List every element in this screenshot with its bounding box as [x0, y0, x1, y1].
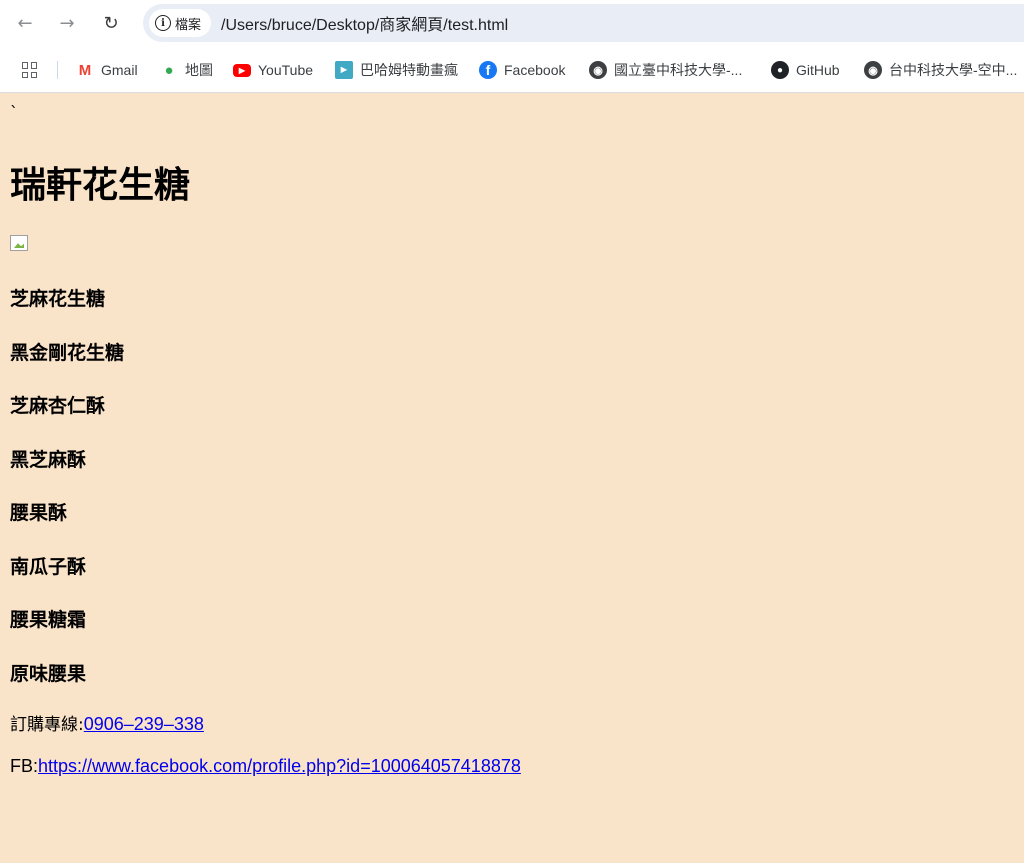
gmail-icon: M — [78, 61, 92, 79]
bookmark-nutc-online[interactable]: ◉ 台中科技大學-空中... — [864, 59, 1017, 81]
product-item: 黑金剛花生糖 — [10, 342, 125, 364]
bookmark-youtube[interactable]: ▶ YouTube — [233, 59, 313, 81]
facebook-icon: f — [479, 61, 497, 79]
github-icon: ● — [771, 61, 789, 79]
bookmark-gmail[interactable]: M Gmail — [76, 59, 138, 81]
maps-pin-icon: ● — [164, 61, 174, 79]
bookmark-facebook[interactable]: f Facebook — [479, 59, 565, 81]
bookmark-label: GitHub — [796, 62, 840, 78]
bookmark-bahamut[interactable]: ► 巴哈姆特動畫瘋 — [335, 59, 458, 81]
reload-icon[interactable]: ↻ — [100, 12, 122, 34]
site-info-chip[interactable]: i 檔案 — [149, 9, 212, 37]
browser-toolbar: ← → ↻ i 檔案 /Users/bruce/Desktop/商家網頁/tes… — [0, 0, 1024, 47]
facebook-line: FB:https://www.facebook.com/profile.php?… — [10, 756, 521, 777]
product-item: 南瓜子酥 — [10, 556, 87, 578]
bookmark-label: 地圖 — [185, 62, 213, 78]
order-phone-link[interactable]: 0906–239–338 — [84, 714, 204, 734]
order-phone-label: 訂購專線: — [10, 715, 84, 735]
address-bar[interactable]: i 檔案 /Users/bruce/Desktop/商家網頁/test.html — [143, 4, 1024, 42]
bookmark-label: 國立臺中科技大學-... — [614, 62, 743, 78]
bookmark-label: 台中科技大學-空中... — [889, 62, 1018, 78]
bahamut-anime-icon: ► — [335, 61, 353, 79]
site-info-label: 檔案 — [175, 17, 202, 33]
forward-arrow-icon[interactable]: → — [56, 12, 78, 34]
facebook-label: FB: — [10, 756, 39, 776]
order-phone-line: 訂購專線:0906–239–338 — [10, 710, 204, 735]
product-item: 芝麻杏仁酥 — [10, 395, 106, 417]
bookmarks-bar: M Gmail ● 地圖 ▶ YouTube ► 巴哈姆特動畫瘋 f Faceb… — [0, 47, 1024, 93]
product-item: 腰果酥 — [10, 502, 68, 524]
product-item: 黑芝麻酥 — [10, 449, 87, 471]
back-arrow-icon[interactable]: ← — [14, 12, 36, 34]
globe-icon: ◉ — [864, 61, 882, 79]
bookmark-label: YouTube — [258, 62, 314, 78]
broken-image-icon — [10, 235, 28, 251]
product-item: 原味腰果 — [10, 663, 87, 685]
page-title: 瑞軒花生糖 — [10, 165, 191, 206]
globe-icon: ◉ — [589, 61, 607, 79]
bookmarks-divider — [57, 61, 58, 79]
stray-text: ` — [10, 103, 18, 122]
bookmark-label: Facebook — [504, 62, 566, 78]
youtube-icon: ▶ — [233, 63, 251, 77]
bookmark-nutc[interactable]: ◉ 國立臺中科技大學-... — [589, 59, 742, 81]
product-item: 芝麻花生糖 — [10, 288, 106, 310]
url-text[interactable]: /Users/bruce/Desktop/商家網頁/test.html — [221, 11, 508, 35]
info-icon: i — [155, 15, 171, 31]
facebook-profile-link[interactable]: https://www.facebook.com/profile.php?id=… — [38, 756, 521, 776]
bookmark-maps[interactable]: ● 地圖 — [160, 59, 213, 81]
apps-grid-icon[interactable] — [22, 62, 38, 78]
bookmark-github[interactable]: ● GitHub — [771, 59, 840, 81]
product-item: 腰果糖霜 — [10, 609, 87, 631]
bookmark-label: Gmail — [101, 62, 138, 78]
bookmark-label: 巴哈姆特動畫瘋 — [360, 62, 458, 78]
